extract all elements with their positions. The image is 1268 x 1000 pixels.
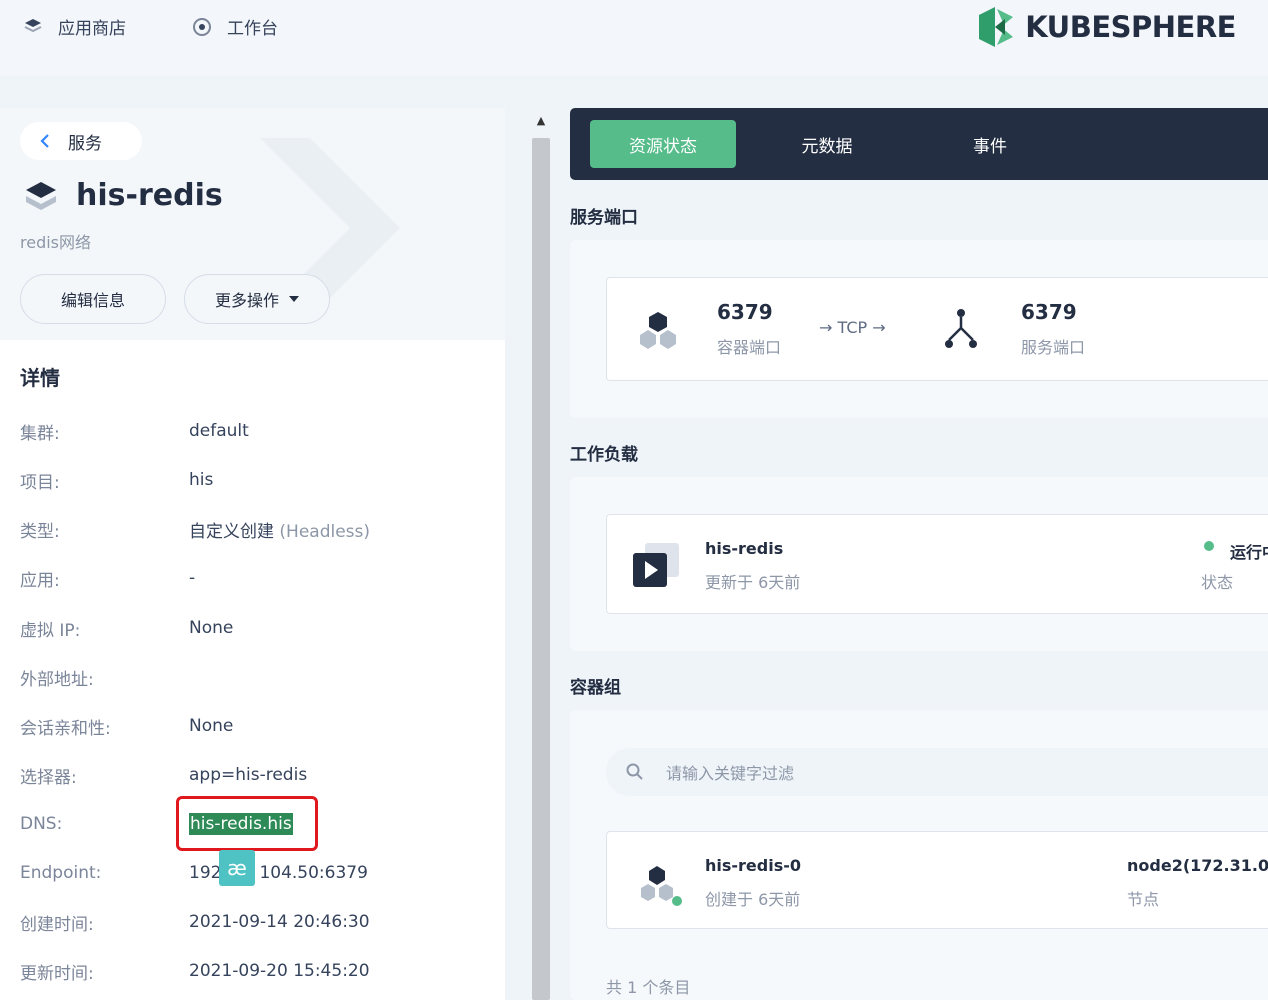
pods-search-input[interactable]: 请输入关键字过滤 <box>606 748 1268 796</box>
detail-row-selector: 选择器: app=his-redis <box>20 763 308 788</box>
detail-value: default <box>189 421 249 441</box>
back-label: 服务 <box>68 133 102 154</box>
detail-row-cluster: 集群: default <box>20 419 249 444</box>
service-port-item: 6379 容器端口 → TCP → 6379 服务端口 <box>606 277 1268 381</box>
detail-row-virtual-ip: 虚拟 IP: None <box>20 616 234 641</box>
detail-value: None <box>189 618 234 638</box>
nav-app-store[interactable]: 应用商店 <box>22 14 126 39</box>
pods-total-count: 共 1 个条目 <box>606 978 691 997</box>
pod-name[interactable]: his-redis-0 <box>705 856 801 875</box>
endpoint-prefix: 192 <box>189 863 222 883</box>
detail-label: DNS: <box>20 814 63 834</box>
kubesphere-logo-icon <box>979 7 1014 47</box>
workload-item[interactable]: his-redis 更新于 6天前 运行中 状态 <box>606 514 1268 614</box>
edit-info-label: 编辑信息 <box>60 291 125 310</box>
service-topology-icon <box>945 309 977 348</box>
scrollbar-thumb[interactable] <box>532 138 550 1000</box>
pods-title: 容器组 <box>570 678 621 698</box>
workload-status-label: 状态 <box>1201 573 1234 592</box>
tab-events[interactable]: 事件 <box>940 120 1040 168</box>
detail-label: 项目: <box>20 472 60 493</box>
service-title: his-redis <box>76 178 223 213</box>
search-icon <box>626 763 643 780</box>
back-to-services-button[interactable]: 服务 <box>20 122 142 160</box>
detail-label: 更新时间: <box>20 963 94 984</box>
tab-resource-status[interactable]: 资源状态 <box>590 120 736 168</box>
nav-app-store-label: 应用商店 <box>58 19 126 39</box>
tab-metadata[interactable]: 元数据 <box>770 120 884 168</box>
status-dot-icon <box>1204 541 1214 551</box>
service-port-number: 6379 <box>1021 300 1077 324</box>
workload-status: 运行中 <box>1230 543 1268 562</box>
detail-value: his <box>189 470 214 490</box>
endpoint-suffix: 104.50:6379 <box>259 863 368 883</box>
layers-icon <box>22 16 44 38</box>
detail-value: 2021-09-14 20:46:30 <box>189 912 370 932</box>
search-placeholder: 请输入关键字过滤 <box>666 764 795 783</box>
kubesphere-logo[interactable]: KUBESPHERE <box>975 5 1236 49</box>
pod-created: 创建于 6天前 <box>705 890 801 909</box>
pod-node-label: 节点 <box>1127 890 1160 909</box>
service-port-label: 服务端口 <box>1021 338 1086 357</box>
caret-down-icon <box>289 296 299 302</box>
scroll-up-arrow-icon[interactable]: ▲ <box>530 108 552 132</box>
detail-label: 创建时间: <box>20 914 94 935</box>
more-actions-label: 更多操作 <box>214 291 279 310</box>
workload-play-icon <box>633 543 679 587</box>
detail-label: 集群: <box>20 423 60 444</box>
container-port-number: 6379 <box>717 300 773 324</box>
type-value: 自定义创建 <box>189 521 274 542</box>
detail-row-updated: 更新时间: 2021-09-20 15:45:20 <box>20 959 370 984</box>
nav-workbench-label: 工作台 <box>227 19 278 39</box>
container-port-icon <box>640 312 676 349</box>
top-navbar: 应用商店 工作台 KUBESPHERE <box>0 0 1268 76</box>
container-port-label: 容器端口 <box>717 338 782 357</box>
dns-highlight-box <box>176 796 318 851</box>
detail-value: 自定义创建 (Headless) <box>189 517 370 542</box>
service-ports-title: 服务端口 <box>570 208 638 228</box>
detail-row-endpoint: Endpoint: 192 104.50:6379 <box>20 861 368 885</box>
detail-label: 虚拟 IP: <box>20 620 81 641</box>
logo-text: KUBESPHERE <box>1025 10 1236 44</box>
detail-row-project: 项目: his <box>20 468 214 493</box>
detail-row-external-address: 外部地址: <box>20 665 189 690</box>
service-header: 服务 his-redis redis网络 编辑信息 更多操作 <box>0 108 505 340</box>
more-actions-button[interactable]: 更多操作 <box>184 274 330 324</box>
workload-updated: 更新于 6天前 <box>705 573 801 592</box>
workload-title: 工作负载 <box>570 445 638 465</box>
detail-label: Endpoint: <box>20 863 102 883</box>
detail-value: - <box>189 568 196 588</box>
scrollbar[interactable]: ▲ <box>530 108 552 1000</box>
detail-label: 应用: <box>20 570 60 591</box>
overlay-badge: æ <box>219 850 255 886</box>
chevron-left-icon <box>40 134 49 148</box>
type-extra: (Headless) <box>279 521 371 542</box>
detail-value: None <box>189 716 234 736</box>
detail-label: 会话亲和性: <box>20 718 111 739</box>
detail-row-app: 应用: - <box>20 566 196 591</box>
workload-name[interactable]: his-redis <box>705 539 783 558</box>
detail-label: 外部地址: <box>20 669 94 690</box>
detail-value: 192 104.50:6379 <box>189 863 368 883</box>
edit-info-button[interactable]: 编辑信息 <box>20 274 166 324</box>
dashboard-icon <box>191 16 213 38</box>
service-icon <box>26 181 56 210</box>
detail-label: 选择器: <box>20 767 77 788</box>
detail-row-created: 创建时间: 2021-09-14 20:46:30 <box>20 910 370 935</box>
detail-value: app=his-redis <box>189 765 308 785</box>
detail-value: 2021-09-20 15:45:20 <box>189 961 370 981</box>
protocol-label: → TCP → <box>819 318 886 337</box>
service-description: redis网络 <box>20 233 92 252</box>
pod-node: node2(172.31.0.2) <box>1127 856 1268 875</box>
nav-workbench[interactable]: 工作台 <box>191 14 278 39</box>
detail-row-type: 类型: 自定义创建 (Headless) <box>20 517 370 542</box>
detail-label: 类型: <box>20 521 60 542</box>
pod-item[interactable]: his-redis-0 创建于 6天前 node2(172.31.0.2) 节点 <box>606 831 1268 929</box>
pod-icon <box>641 866 682 906</box>
service-title-row: his-redis <box>24 178 223 213</box>
detail-row-session-affinity: 会话亲和性: None <box>20 714 234 739</box>
tabs-bar: 资源状态 元数据 事件 <box>570 108 1268 180</box>
details-title: 详情 <box>20 366 60 390</box>
